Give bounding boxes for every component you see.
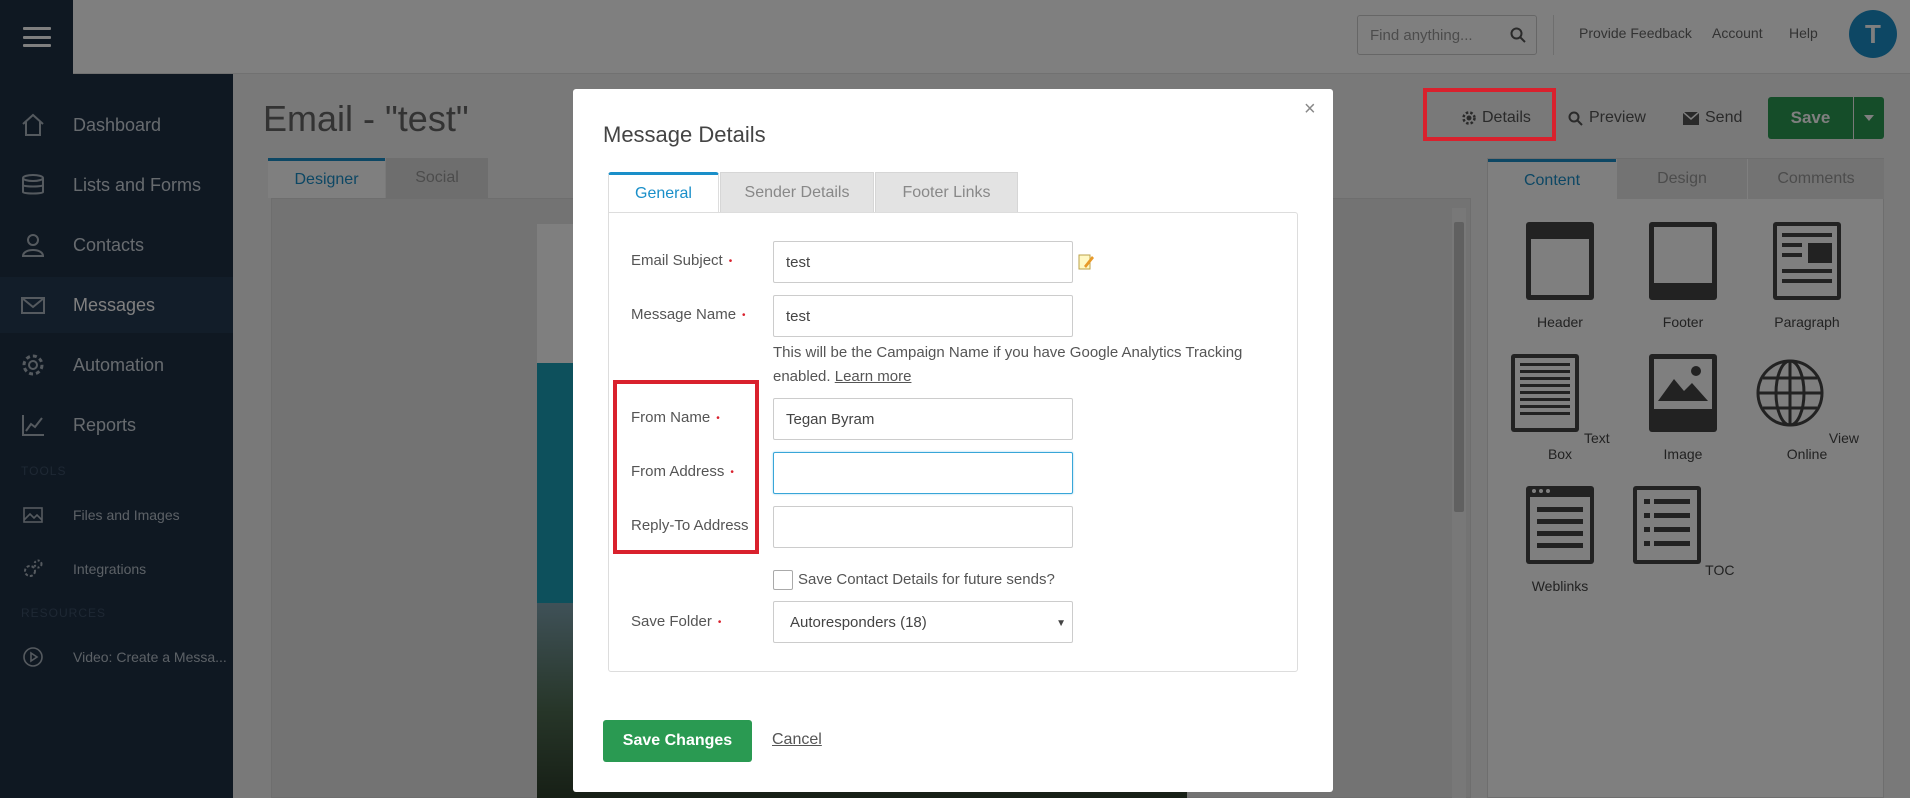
chevron-down-icon: ▼ xyxy=(1056,618,1066,629)
tab-sender-details[interactable]: Sender Details xyxy=(720,172,874,213)
save-folder-label: Save Folder • xyxy=(631,613,722,630)
message-name-label: Message Name • xyxy=(631,306,746,323)
save-folder-value: Autoresponders (18) xyxy=(790,613,927,631)
from-address-input[interactable] xyxy=(773,452,1073,494)
cancel-link[interactable]: Cancel xyxy=(772,731,822,749)
details-highlight-box-overlay xyxy=(1423,88,1556,141)
reply-to-address-input[interactable] xyxy=(773,506,1073,548)
learn-more-link[interactable]: Learn more xyxy=(835,368,912,385)
email-subject-input[interactable] xyxy=(773,241,1073,283)
message-details-dialog: Message Details × General Sender Details… xyxy=(573,89,1333,792)
message-name-help: This will be the Campaign Name if you ha… xyxy=(773,341,1273,389)
dialog-title: Message Details xyxy=(603,122,766,147)
save-folder-select[interactable]: Autoresponders (18) ▼ xyxy=(773,601,1073,643)
tab-footer-links[interactable]: Footer Links xyxy=(875,172,1018,213)
personalize-icon[interactable] xyxy=(1078,253,1094,271)
from-address-label: From Address • xyxy=(631,463,734,480)
tab-general[interactable]: General xyxy=(608,172,719,213)
from-name-input[interactable] xyxy=(773,398,1073,440)
email-subject-label: Email Subject • xyxy=(631,252,733,269)
save-changes-button[interactable]: Save Changes xyxy=(603,720,752,762)
save-contact-details-label: Save Contact Details for future sends? xyxy=(798,571,1055,588)
reply-to-address-label: Reply-To Address xyxy=(631,517,749,534)
message-name-input[interactable] xyxy=(773,295,1073,337)
from-name-label: From Name • xyxy=(631,409,720,426)
save-contact-details-checkbox[interactable] xyxy=(773,570,793,590)
close-icon[interactable]: × xyxy=(1304,98,1316,121)
